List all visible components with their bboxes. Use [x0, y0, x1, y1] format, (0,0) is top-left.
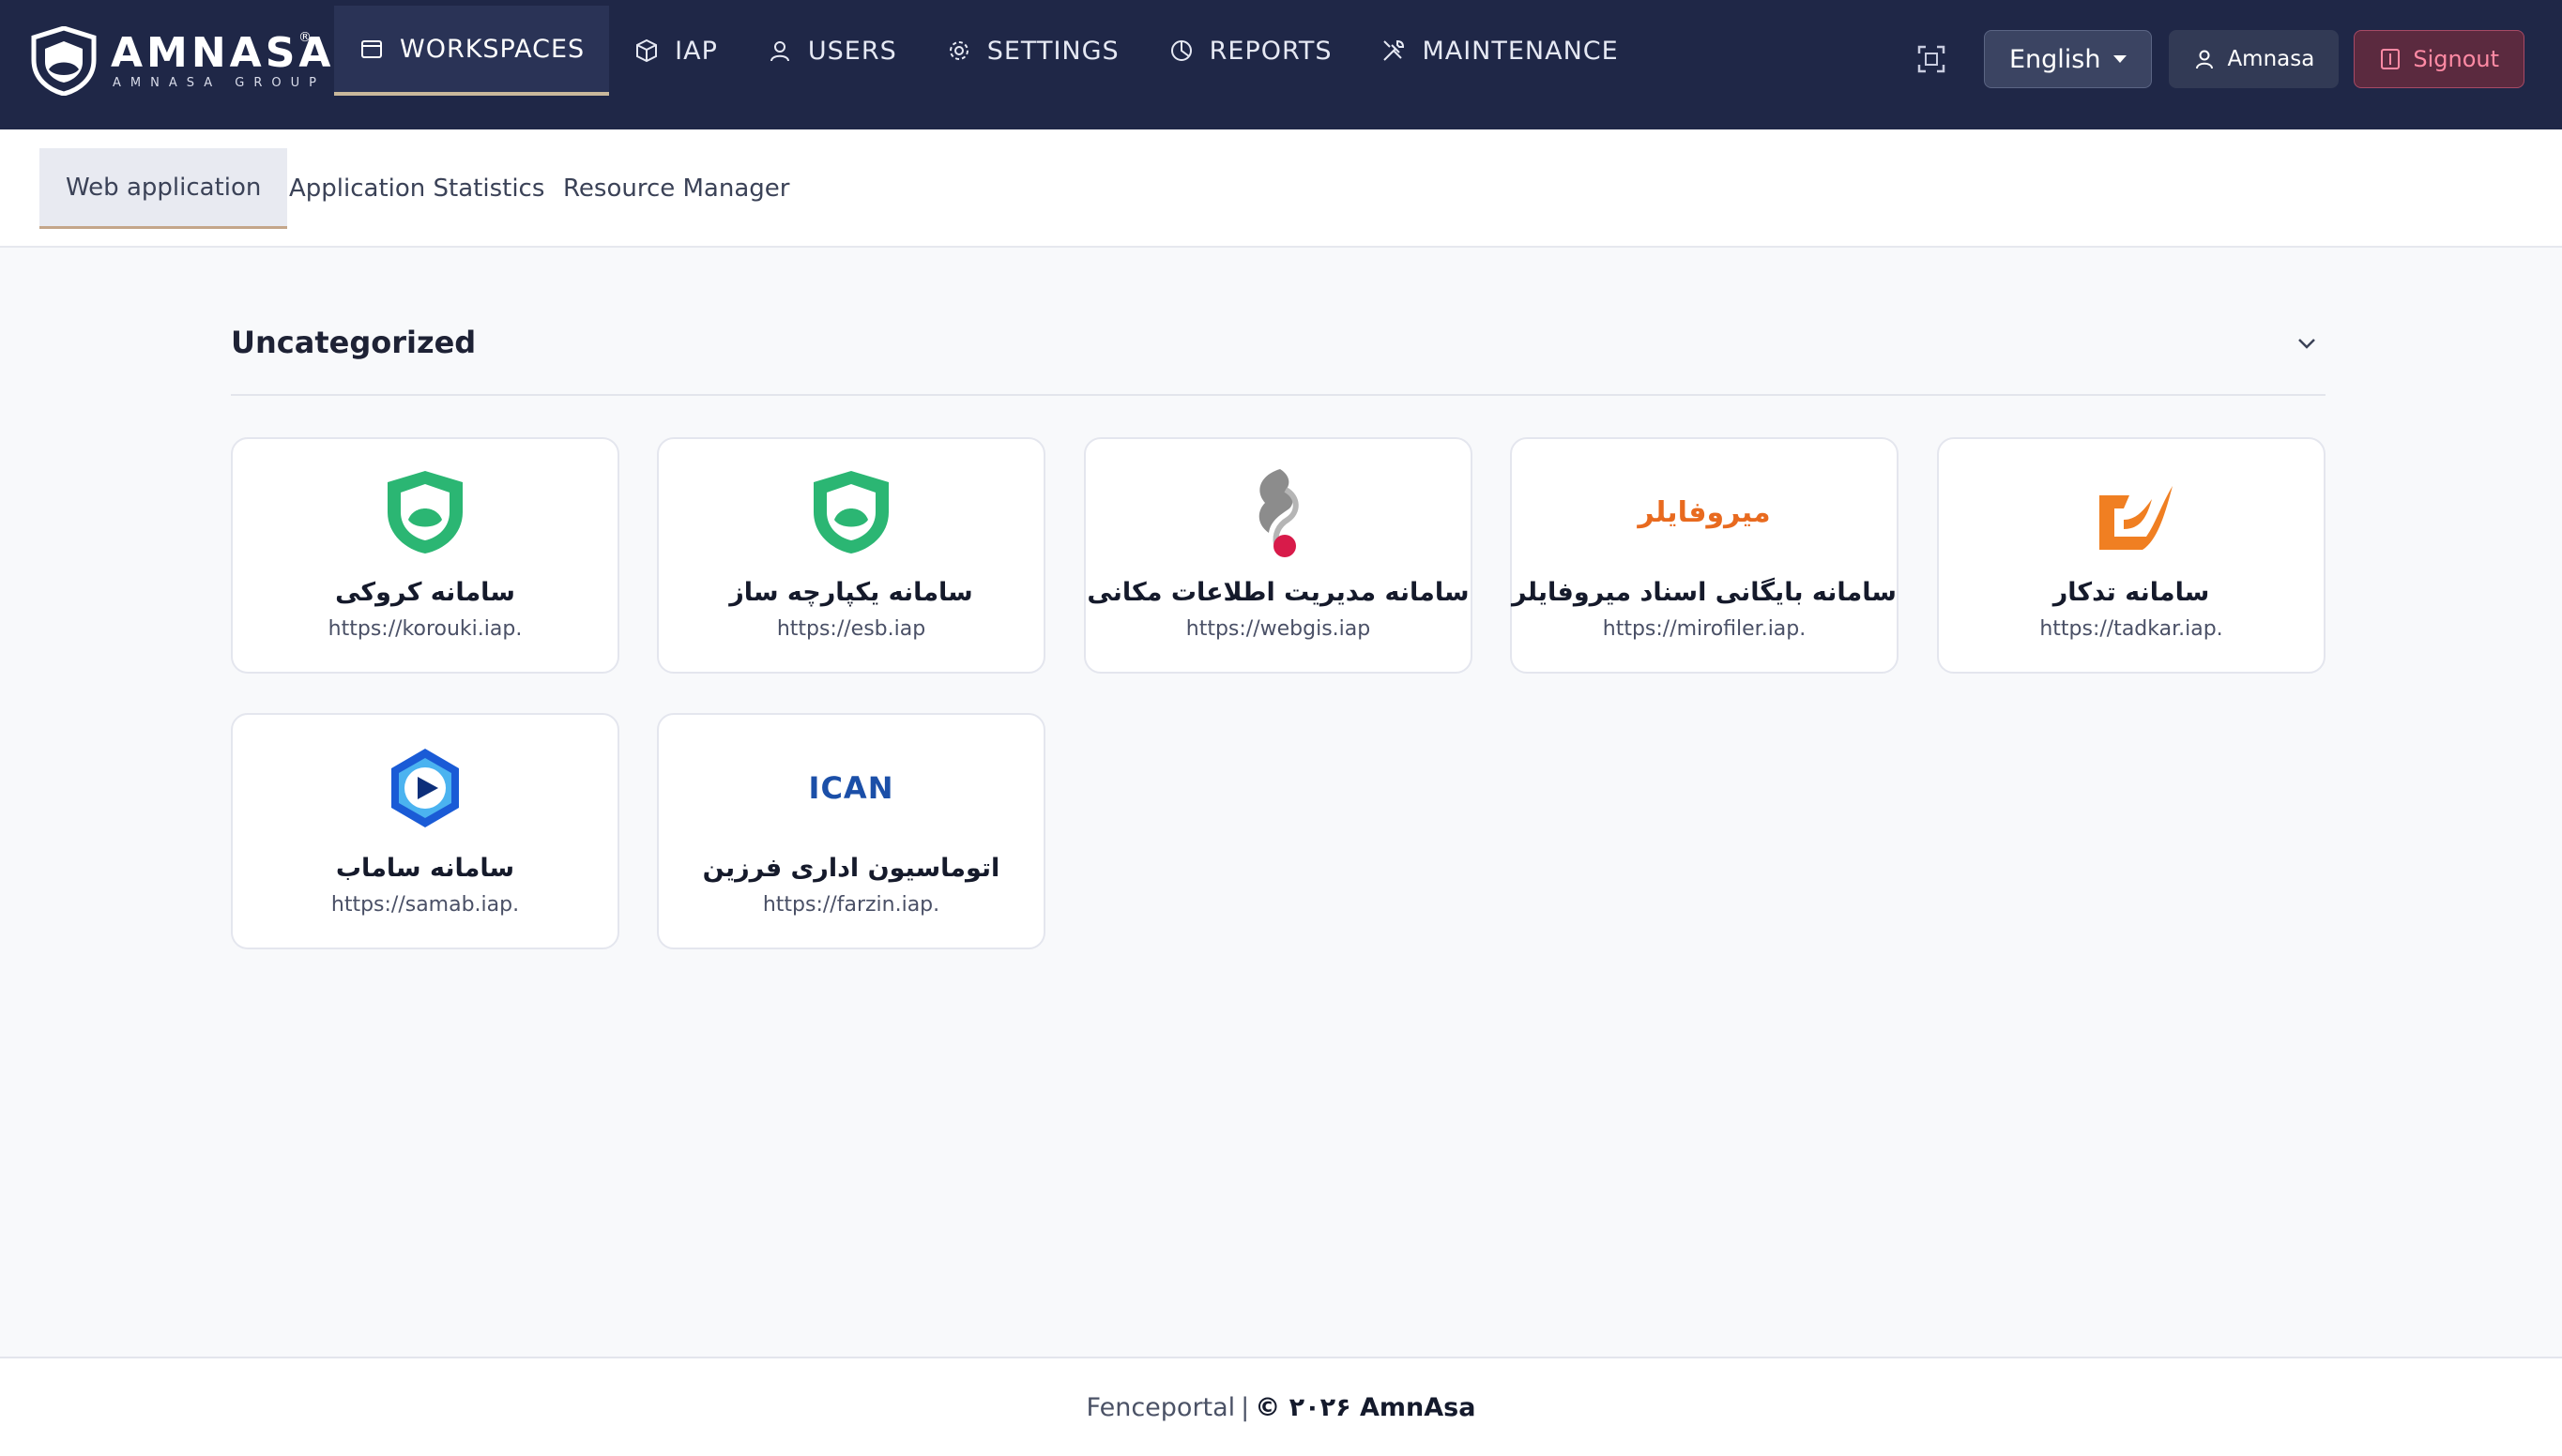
section-divider: [231, 394, 2326, 396]
app-card-samab[interactable]: سامانه ساماب https://samab.iap.: [231, 713, 619, 949]
fullscreen-button[interactable]: [1913, 40, 1950, 78]
app-title: سامانه کروکی: [335, 578, 515, 607]
caret-down-icon: [2113, 55, 2127, 63]
app-card-farzin[interactable]: ICAN اتوماسیون اداری فرزین https://farzi…: [657, 713, 1045, 949]
app-url: https://korouki.iap.: [328, 617, 523, 641]
app-title: سامانه یکپارچه ساز: [729, 578, 973, 607]
footer: Fenceportal | © ۲۰۲۶ AmnAsa: [0, 1357, 2562, 1456]
cube-icon: [636, 38, 658, 63]
nav-label: WORKSPACES: [400, 34, 586, 64]
language-label: English: [2008, 44, 2101, 74]
nav-label: REPORTS: [1209, 36, 1333, 66]
nav-maintenance[interactable]: MAINTENANCE: [1356, 6, 1642, 96]
tadkar-logo-icon: [2084, 465, 2178, 559]
nav-settings[interactable]: SETTINGS: [922, 6, 1144, 96]
app-url: https://webgis.iap: [1185, 617, 1371, 641]
app-url: https://tadkar.iap.: [2039, 617, 2223, 641]
nav-iap[interactable]: IAP: [609, 6, 742, 96]
pie-chart-icon: [1170, 40, 1192, 61]
tab-application-statistics[interactable]: Application Statistics: [263, 148, 571, 229]
app-card-esb[interactable]: سامانه یکپارچه ساز https://esb.iap: [657, 437, 1045, 674]
brand-logo[interactable]: AMNASA AMNASA GROUP ®: [30, 26, 334, 96]
shield-logo-icon: [31, 26, 97, 96]
ican-logo-text: ICAN: [808, 770, 894, 806]
app-title: سامانه ساماب: [335, 854, 515, 883]
mirofiler-logo-text: میروفایلر: [1638, 495, 1771, 529]
app-url: https://esb.iap: [776, 617, 926, 641]
main-nav: WORKSPACES IAP USERS SETTINGS REPORTS MA…: [334, 0, 1643, 129]
signout-button[interactable]: Signout: [2354, 30, 2524, 88]
nav-users[interactable]: USERS: [742, 6, 922, 96]
user-icon: [2196, 50, 2214, 69]
amnasa-shield-logo-icon: [378, 465, 472, 559]
user-icon: [770, 41, 789, 62]
tools-icon: [1383, 39, 1405, 61]
app-url: https://mirofiler.iap.: [1602, 617, 1807, 641]
signout-icon: [2381, 49, 2401, 69]
ican-logo-icon: ICAN: [785, 741, 917, 835]
registered-mark: ®: [298, 30, 312, 45]
window-icon: [361, 40, 382, 58]
app-title: سامانه تدکار: [2052, 578, 2210, 607]
tab-resource-manager[interactable]: Resource Manager: [537, 148, 816, 229]
amnasa-shield-logo-icon: [804, 465, 898, 559]
mirofiler-logo-icon: میروفایلر: [1638, 465, 1771, 559]
nav-label: MAINTENANCE: [1422, 36, 1619, 66]
topbar-actions: English Amnasa Signout: [1913, 30, 2524, 88]
app-title: سامانه بایگانی اسناد میروفایلر: [1512, 578, 1897, 607]
gear-icon: [949, 41, 968, 60]
signout-label: Signout: [2413, 46, 2499, 72]
app-card-korouki[interactable]: سامانه کروکی https://korouki.iap.: [231, 437, 619, 674]
footer-copyright: © ۲۰۲۶ AmnAsa: [1255, 1392, 1476, 1422]
language-dropdown[interactable]: English: [1983, 30, 2153, 88]
fullscreen-icon: [1917, 45, 1945, 73]
user-name: Amnasa: [2227, 47, 2315, 71]
app-url: https://samab.iap.: [330, 893, 520, 917]
app-card-tadkar[interactable]: سامانه تدکار https://tadkar.iap.: [1937, 437, 2326, 674]
app-card-mirofiler[interactable]: میروفایلر سامانه بایگانی اسناد میروفایلر…: [1510, 437, 1899, 674]
chevron-down-icon[interactable]: [2294, 330, 2320, 356]
nav-label: IAP: [675, 36, 718, 66]
app-url: https://farzin.iap.: [762, 893, 940, 917]
webgis-logo-icon: [1231, 465, 1325, 559]
sub-tabs-bar: Web application Application Statistics R…: [0, 129, 2562, 248]
nav-reports[interactable]: REPORTS: [1144, 6, 1357, 96]
nav-label: SETTINGS: [986, 36, 1120, 66]
samab-logo-icon: [378, 741, 472, 835]
top-navbar: AMNASA AMNASA GROUP ® WORKSPACES IAP USE…: [0, 0, 2562, 129]
brand-subtitle: AMNASA GROUP: [113, 75, 326, 90]
nav-workspaces[interactable]: WORKSPACES: [334, 6, 610, 96]
tab-web-application[interactable]: Web application: [39, 148, 288, 229]
app-title: اتوماسیون اداری فرزین: [702, 854, 1000, 883]
user-menu-button[interactable]: Amnasa: [2169, 30, 2340, 88]
section-title: Uncategorized: [231, 325, 477, 360]
footer-separator: |: [1241, 1392, 1250, 1422]
app-title: سامانه مدیریت اطلاعات مکانی: [1087, 578, 1470, 607]
nav-label: USERS: [807, 36, 897, 66]
app-card-webgis[interactable]: سامانه مدیریت اطلاعات مکانی https://webg…: [1084, 437, 1472, 674]
footer-product: Fenceportal: [1086, 1392, 1236, 1422]
